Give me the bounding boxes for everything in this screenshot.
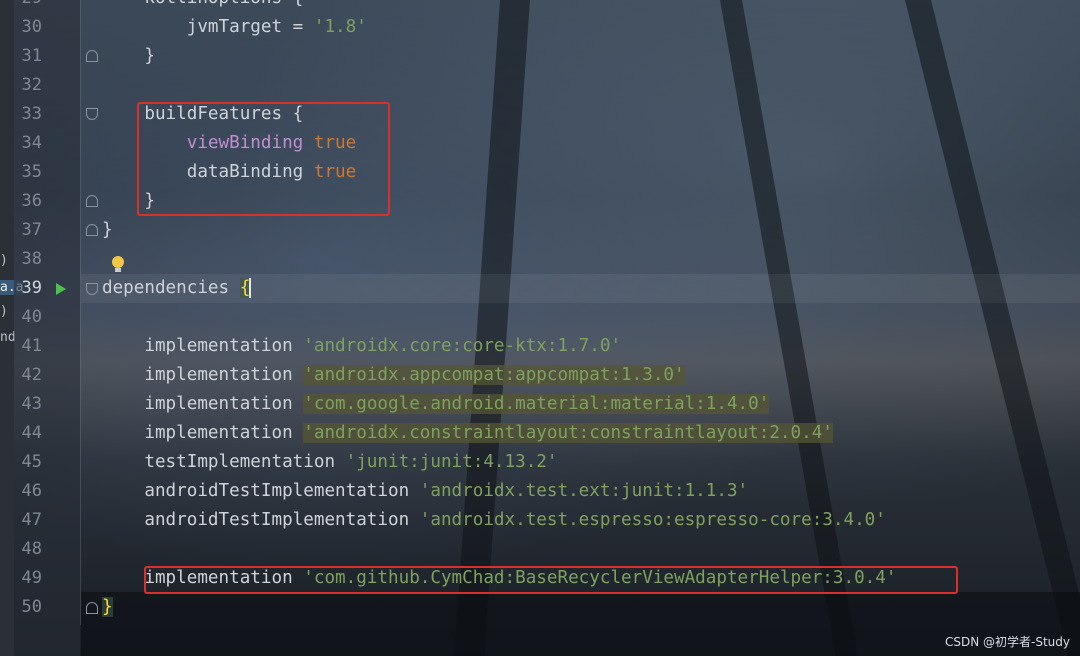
code-token: 'androidx.appcompat:appcompat:1.3.0' [303,365,685,385]
line-number: 44 [21,423,42,443]
line-number: 29 [14,0,42,13]
line-number: 43 [21,394,42,414]
code-line[interactable]: } [102,42,155,71]
line-number: 48 [21,539,42,559]
line-number: 37 [21,220,42,240]
code-token: 'androidx.core:core-ktx:1.7.0' [303,336,622,356]
code-line[interactable]: dependencies { [102,274,252,303]
line-number: 36 [21,191,42,211]
line-number: 30 [21,17,42,37]
run-gutter-icon[interactable] [56,283,66,295]
code-line[interactable]: implementation 'com.google.android.mater… [102,390,770,419]
fold-marker-icon[interactable] [86,224,98,236]
side-panel-fragment: ) [0,253,8,268]
gutter-divider [80,0,81,625]
line-number: 39 [21,278,42,298]
code-token: implementation [102,336,304,356]
code-editor[interactable]: ) a.a ) nd 29 30 31 32 33 34 35 36 37 38 39 40 41 42 4… [0,0,1080,656]
line-number: 38 [21,249,42,269]
text-caret [249,278,252,298]
line-number: 41 [21,336,42,356]
fold-marker-icon[interactable] [86,602,98,614]
line-number: 32 [21,75,42,95]
code-token: dependencies [102,278,240,298]
line-number: 33 [21,104,42,124]
lightbulb-icon[interactable] [112,256,124,272]
code-token: 'androidx.test.ext:junit:1.1.3' [419,481,749,501]
code-token: } [102,597,113,617]
line-number: 45 [21,452,42,472]
code-line[interactable]: } [102,593,113,622]
line-number: 50 [21,597,42,617]
side-panel-fragment: ) [0,304,8,319]
code-line[interactable]: jvmTarget = '1.8' [102,13,367,42]
code-line[interactable]: } [102,216,113,245]
line-number: 31 [21,46,42,66]
code-line[interactable]: implementation 'androidx.constraintlayou… [102,419,833,448]
code-line[interactable]: testImplementation 'junit:junit:4.13.2' [102,448,557,477]
code-token: } [102,220,113,240]
fold-marker-icon[interactable] [86,50,98,62]
code-token: kotlinOptions { [102,0,303,8]
line-number: 47 [21,510,42,530]
fold-marker-icon[interactable] [86,195,98,207]
code-token: androidTestImplementation [102,481,420,501]
line-number: 46 [21,481,42,501]
line-number: 35 [21,162,42,182]
background-beam [454,0,530,656]
background-beam [905,0,1080,656]
side-panel-strip[interactable]: ) a.a ) nd [0,0,24,656]
code-line[interactable]: kotlinOptions { [102,0,303,13]
code-token: implementation [102,365,304,385]
code-token: 'com.google.android.material:material:1.… [303,394,770,414]
code-token: androidTestImplementation [102,510,420,530]
line-number: 42 [21,365,42,385]
fold-marker-icon[interactable] [86,283,98,295]
code-token: 'androidx.constraintlayout:constraintlay… [303,423,833,443]
code-token: implementation [102,394,304,414]
background-beam [81,592,1080,656]
code-token: 'junit:junit:4.13.2' [345,452,558,472]
code-token: 'androidx.test.espresso:espresso-core:3.… [419,510,886,530]
watermark: CSDN @初学者-Study [944,635,1070,649]
code-line[interactable]: androidTestImplementation 'androidx.test… [102,506,886,535]
code-token: jvmTarget = [102,17,314,37]
annotation-box-dependency [144,566,958,594]
code-line[interactable]: androidTestImplementation 'androidx.test… [102,477,748,506]
annotation-box-build-features [137,102,390,216]
code-token: '1.8' [313,17,367,37]
fold-marker-icon[interactable] [86,108,98,120]
code-token: implementation [102,423,304,443]
code-token: } [102,46,155,66]
background-beam [720,0,858,656]
code-line[interactable]: implementation 'androidx.appcompat:appco… [102,361,685,390]
line-number: 40 [21,307,42,327]
code-line[interactable]: implementation 'androidx.core:core-ktx:1… [102,332,621,361]
code-token: testImplementation [102,452,346,472]
line-number: 34 [21,133,42,153]
line-number: 49 [21,568,42,588]
